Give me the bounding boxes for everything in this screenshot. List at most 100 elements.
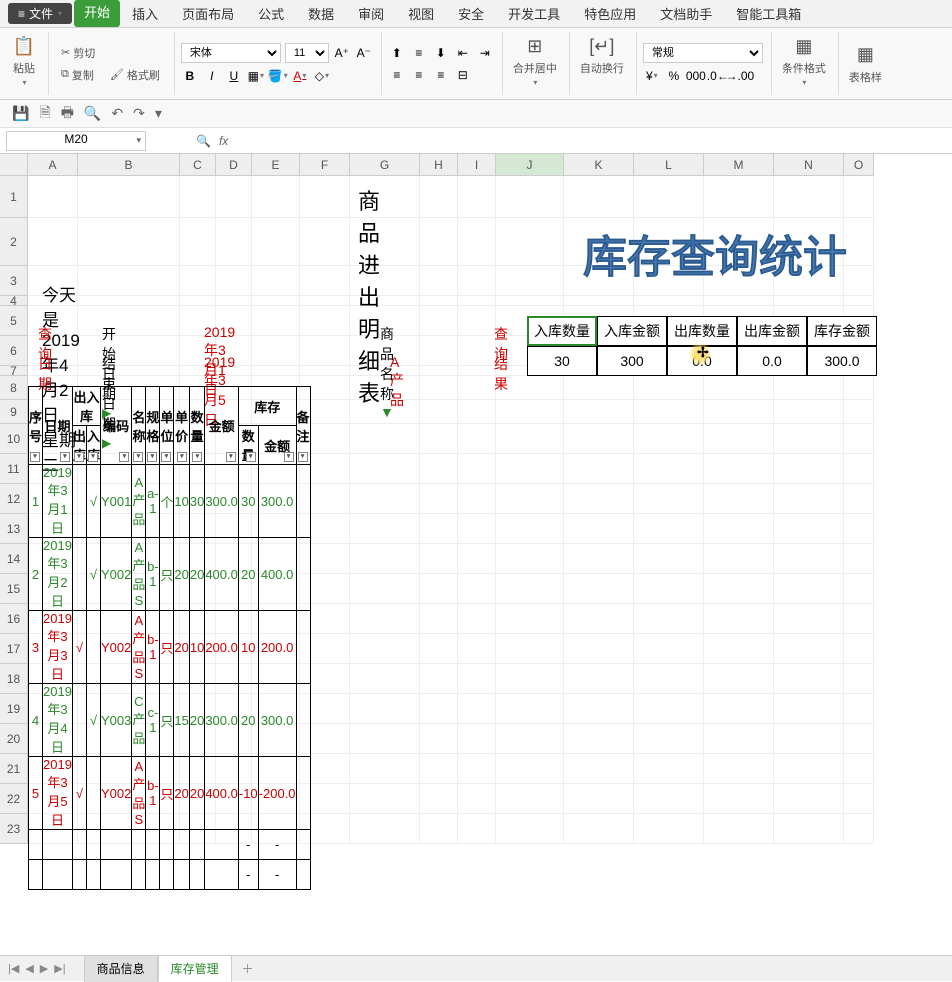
cell-E2[interactable]	[252, 218, 300, 266]
font-size-select[interactable]: 11	[285, 43, 329, 63]
menu-开始[interactable]: 开始	[74, 0, 120, 27]
add-sheet-button[interactable]: ＋	[234, 956, 262, 981]
row-header-13[interactable]: 13	[0, 514, 28, 544]
cell-N8[interactable]	[774, 376, 844, 400]
row-header-20[interactable]: 20	[0, 724, 28, 754]
align-middle-icon[interactable]: ≡	[410, 44, 428, 62]
cell-D2[interactable]	[216, 218, 252, 266]
cell-M18[interactable]	[704, 664, 774, 694]
cell-H20[interactable]	[420, 724, 458, 754]
table-row[interactable]: 52019年3月5日√Y002A产品Sb-1只2020400.0-10-200.…	[29, 757, 311, 830]
cell-M17[interactable]	[704, 634, 774, 664]
col-header-F[interactable]: F	[300, 154, 350, 176]
cell-K8[interactable]	[564, 376, 634, 400]
cell-G19[interactable]	[350, 694, 420, 724]
cell-I12[interactable]	[458, 484, 496, 514]
cell-L13[interactable]	[634, 514, 704, 544]
cell-I3[interactable]	[458, 266, 496, 296]
name-box[interactable]: M20▾	[6, 131, 146, 151]
indent-right-icon[interactable]: ⇥	[476, 44, 494, 62]
cell-J14[interactable]	[496, 544, 564, 574]
cell-K1[interactable]	[564, 176, 634, 218]
cell-M12[interactable]	[704, 484, 774, 514]
tab-first-icon[interactable]: |◀	[8, 962, 19, 975]
cell-E7[interactable]	[252, 366, 300, 376]
col-header-C[interactable]: C	[180, 154, 216, 176]
row-header-10[interactable]: 10	[0, 424, 28, 454]
cell-M15[interactable]	[704, 574, 774, 604]
cell-N23[interactable]	[774, 814, 844, 844]
cell-N15[interactable]	[774, 574, 844, 604]
cell-N17[interactable]	[774, 634, 844, 664]
cell-H7[interactable]	[420, 366, 458, 376]
cell-H11[interactable]	[420, 454, 458, 484]
cell-N12[interactable]	[774, 484, 844, 514]
cell-E4[interactable]	[252, 296, 300, 306]
cell-M1[interactable]	[704, 176, 774, 218]
cell-D3[interactable]	[216, 266, 252, 296]
number-format-select[interactable]: 常规	[643, 43, 763, 63]
row-header-18[interactable]: 18	[0, 664, 28, 694]
filter-icon[interactable]: ▾	[30, 452, 40, 462]
cell-J4[interactable]	[496, 296, 564, 306]
cell-B1[interactable]	[78, 176, 180, 218]
cell-O17[interactable]	[844, 634, 874, 664]
filter-icon[interactable]: ▾	[177, 452, 187, 462]
currency-icon[interactable]: ¥▾	[643, 67, 661, 85]
cell-L22[interactable]	[634, 784, 704, 814]
cell-K14[interactable]	[564, 544, 634, 574]
cell-B5[interactable]	[78, 306, 180, 336]
table-row[interactable]: 12019年3月1日√Y001A产品a-1个1030300.030300.0	[29, 465, 311, 538]
menu-页面布局[interactable]: 页面布局	[170, 0, 246, 27]
cell-J1[interactable]	[496, 176, 564, 218]
col-header-J[interactable]: J	[496, 154, 564, 176]
indent-left-icon[interactable]: ⇤	[454, 44, 472, 62]
copy-button[interactable]: ⧉复制	[55, 65, 100, 85]
cell-B4[interactable]	[78, 296, 180, 306]
cell-J13[interactable]	[496, 514, 564, 544]
col-header-G[interactable]: G	[350, 154, 420, 176]
cell-I6[interactable]	[458, 336, 496, 366]
cell-O1[interactable]	[844, 176, 874, 218]
cell-O23[interactable]	[844, 814, 874, 844]
cell-I2[interactable]	[458, 218, 496, 266]
cell-N14[interactable]	[774, 544, 844, 574]
align-bottom-icon[interactable]: ⬇	[432, 44, 450, 62]
cell-I21[interactable]	[458, 754, 496, 784]
col-header-O[interactable]: O	[844, 154, 874, 176]
cell-I9[interactable]	[458, 400, 496, 424]
cell-I19[interactable]	[458, 694, 496, 724]
font-color-icon[interactable]: A▾	[291, 67, 309, 85]
filter-icon[interactable]: ▾	[246, 452, 256, 462]
cell-G21[interactable]	[350, 754, 420, 784]
menu-审阅[interactable]: 审阅	[346, 0, 396, 27]
cell-N9[interactable]	[774, 400, 844, 424]
cell-A2[interactable]	[28, 218, 78, 266]
row-header-23[interactable]: 23	[0, 814, 28, 844]
cell-H14[interactable]	[420, 544, 458, 574]
cell-L16[interactable]	[634, 604, 704, 634]
save-icon[interactable]: 💾	[12, 105, 29, 122]
cell-J21[interactable]	[496, 754, 564, 784]
cell-I1[interactable]	[458, 176, 496, 218]
row-header-21[interactable]: 21	[0, 754, 28, 784]
cell-M11[interactable]	[704, 454, 774, 484]
cell-O22[interactable]	[844, 784, 874, 814]
cell-G16[interactable]	[350, 604, 420, 634]
cell-D4[interactable]	[216, 296, 252, 306]
cell-I14[interactable]	[458, 544, 496, 574]
cell-K23[interactable]	[564, 814, 634, 844]
cell-H17[interactable]	[420, 634, 458, 664]
cell-H22[interactable]	[420, 784, 458, 814]
table-row[interactable]: 42019年3月4日√Y003C产品c-1只1520300.020300.0	[29, 684, 311, 757]
filter-icon[interactable]: ▾	[74, 452, 84, 462]
filter-icon[interactable]: ▾	[284, 452, 294, 462]
decrease-font-icon[interactable]: A⁻	[355, 44, 373, 62]
cell-L18[interactable]	[634, 664, 704, 694]
cell-J9[interactable]	[496, 400, 564, 424]
cell-M8[interactable]	[704, 376, 774, 400]
menu-数据[interactable]: 数据	[296, 0, 346, 27]
col-header-I[interactable]: I	[458, 154, 496, 176]
menu-安全[interactable]: 安全	[446, 0, 496, 27]
cell-N11[interactable]	[774, 454, 844, 484]
